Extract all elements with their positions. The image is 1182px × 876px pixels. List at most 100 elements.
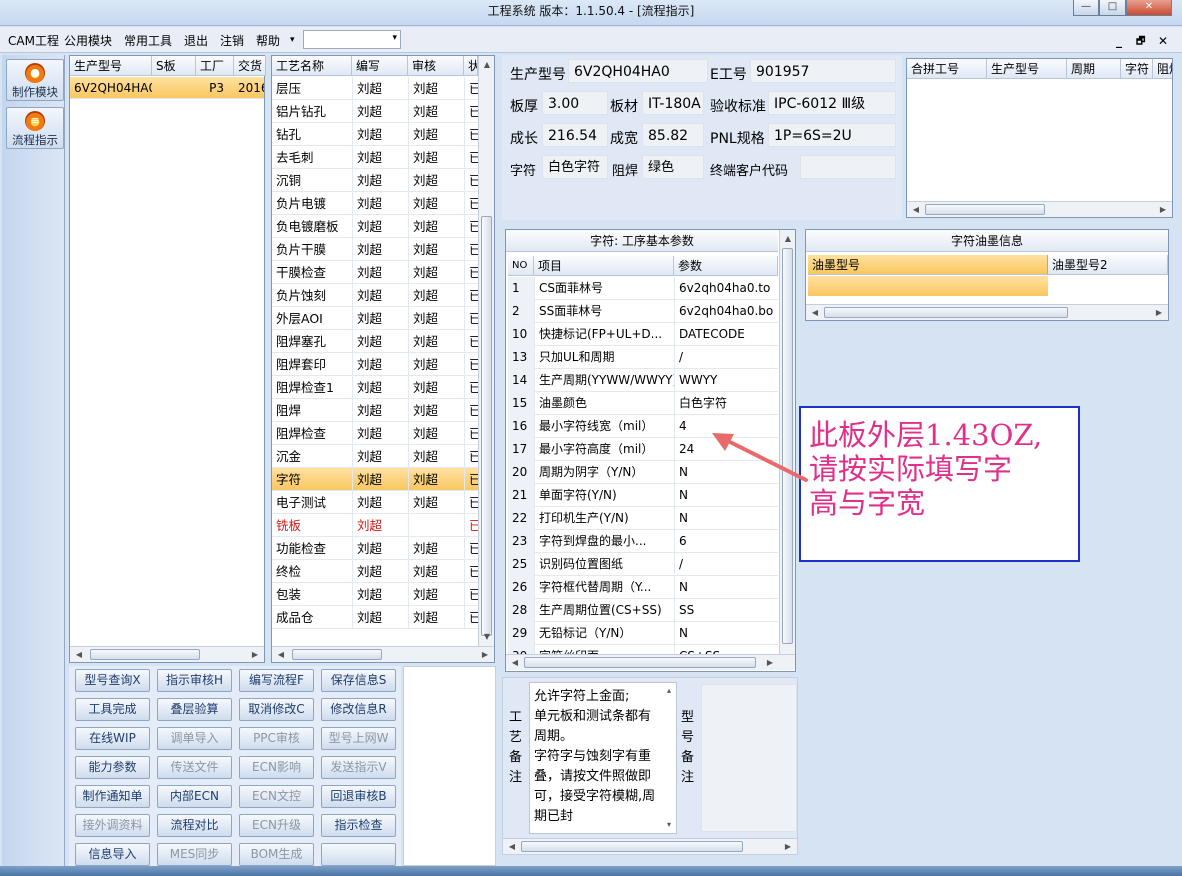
column-header[interactable]: 生产型号 (987, 59, 1067, 79)
action-button[interactable]: 型号上网W (321, 727, 396, 750)
table-row[interactable]: 22 打印机生产(Y/N) N (508, 507, 778, 530)
scroll-thumb[interactable] (925, 204, 1045, 215)
scroll-thumb[interactable] (824, 307, 1068, 318)
table-row[interactable]: 负片干膜刘超刘超已 (272, 238, 478, 261)
table-row[interactable]: 钻孔刘超刘超已 (272, 123, 478, 146)
nav-make-module[interactable]: ● 制作模块 (6, 59, 64, 101)
material-field[interactable]: IT-180A (642, 91, 704, 115)
process-remark-textarea[interactable]: 允许字符上金面; 单元板和测试条都有周期。 字符字与蚀刻字有重叠，请按文件照做即… (529, 682, 677, 834)
action-button[interactable]: 回退审核B (321, 785, 396, 808)
scroll-up-icon[interactable]: ▲ (780, 232, 795, 246)
column-header[interactable]: NO (508, 256, 534, 276)
model-field[interactable]: 6V2QH04HA0 (568, 59, 708, 83)
scroll-thumb[interactable] (481, 216, 492, 636)
scroll-down-icon[interactable]: ▼ (479, 630, 494, 644)
action-button[interactable] (321, 843, 396, 866)
table-row[interactable]: 沉金刘超刘超已 (272, 445, 478, 468)
action-button[interactable]: PPC审核 (239, 727, 314, 750)
table-row[interactable]: 铣板 刘超 已 (272, 514, 478, 537)
table-row[interactable]: 13 只加UL和周期 / (508, 346, 778, 369)
close-button[interactable]: ✕ (1126, 0, 1172, 16)
column-header[interactable]: 字符 (1121, 59, 1153, 79)
table-row[interactable]: 阻焊检查1刘超刘超已 (272, 376, 478, 399)
menu-exit[interactable]: 退出 (184, 32, 208, 49)
column-header[interactable]: 油墨型号2 (1048, 255, 1168, 275)
minimize-button[interactable]: — (1073, 0, 1099, 16)
table-row[interactable]: 铝片钻孔刘超刘超已 (272, 100, 478, 123)
mdi-close-button[interactable]: ✕ (1158, 34, 1168, 48)
table-row[interactable]: 15 油墨颜色 白色字符 (508, 392, 778, 415)
action-button[interactable]: 保存信息S (321, 669, 396, 692)
action-button[interactable]: 信息导入 (75, 843, 150, 866)
chevron-down-icon[interactable]: ▾ (290, 35, 295, 45)
table-row[interactable]: 干膜检查刘超刘超已 (272, 261, 478, 284)
table-row[interactable]: 包装刘超刘超已 (272, 583, 478, 606)
scroll-thumb[interactable] (524, 657, 756, 668)
scroll-thumb[interactable] (292, 649, 382, 660)
column-header[interactable]: 状 (464, 56, 478, 76)
action-button[interactable]: BOM生成 (239, 843, 314, 866)
action-button[interactable]: 取消修改C (239, 698, 314, 721)
model-remark-textarea[interactable] (701, 684, 797, 832)
table-row[interactable]: 26 字符框代替周期（Y... N (508, 576, 778, 599)
column-header[interactable]: 工艺名称 (272, 56, 352, 76)
scroll-left-icon[interactable]: ◀ (508, 656, 522, 670)
scroll-left-icon[interactable]: ◀ (72, 648, 86, 662)
table-row[interactable]: 功能检查刘超刘超已 (272, 537, 478, 560)
table-row[interactable]: 沉铜刘超刘超已 (272, 169, 478, 192)
column-header[interactable]: 交货 (234, 56, 266, 76)
action-button[interactable]: 传送文件 (157, 756, 232, 779)
ink-row[interactable] (808, 276, 1048, 296)
horizontal-scrollbar[interactable]: ◀ ▶ (70, 646, 264, 662)
width-field[interactable]: 85.82 (642, 123, 704, 147)
length-field[interactable]: 216.54 (542, 123, 608, 147)
column-header[interactable]: 工厂 (196, 56, 234, 76)
horizontal-scrollbar[interactable]: ◀ ▶ (272, 646, 494, 662)
table-row[interactable]: 14 生产周期(YYWW/WWYY) WWYY (508, 369, 778, 392)
table-row[interactable]: 负电镀磨板刘超刘超已 (272, 215, 478, 238)
action-button[interactable]: MES同步 (157, 843, 232, 866)
horizontal-scrollbar[interactable]: ◀ ▶ (503, 838, 797, 854)
scroll-right-icon[interactable]: ▶ (1152, 306, 1166, 320)
column-header[interactable]: 阻焊 (1153, 59, 1172, 79)
action-button[interactable]: 型号查询X (75, 669, 150, 692)
action-button[interactable]: ECN影响 (239, 756, 314, 779)
table-row[interactable]: 23 字符到焊盘的最小... 6 (508, 530, 778, 553)
action-button[interactable]: ECN升级 (239, 814, 314, 837)
horizontal-scrollbar[interactable]: ◀ ▶ (907, 201, 1172, 217)
standard-field[interactable]: IPC-6012 Ⅲ级 (768, 91, 896, 115)
table-row[interactable]: 10 快捷标记(FP+UL+D... DATECODE (508, 323, 778, 346)
table-row[interactable]: 字符刘超刘超已 (272, 468, 478, 491)
table-row[interactable]: 2 SS面菲林号 6v2qh04ha0.bo (508, 300, 778, 323)
action-button[interactable]: 流程对比 (157, 814, 232, 837)
customer-field[interactable] (800, 155, 896, 179)
table-row[interactable]: 阻焊塞孔刘超刘超已 (272, 330, 478, 353)
column-header[interactable]: 编写 (352, 56, 408, 76)
action-button[interactable]: 能力参数 (75, 756, 150, 779)
column-header[interactable]: 参数 (674, 256, 778, 276)
horizontal-scrollbar[interactable]: ◀ ▶ (806, 304, 1168, 320)
table-row[interactable]: 1 CS面菲林号 6v2qh04ha0.to (508, 277, 778, 300)
action-button[interactable]: 指示审核H (157, 669, 232, 692)
table-row[interactable]: 电子测试刘超刘超已 (272, 491, 478, 514)
table-row[interactable]: 阻焊刘超刘超已 (272, 399, 478, 422)
scroll-thumb[interactable] (521, 841, 743, 852)
table-row[interactable]: 层压刘超刘超已 (272, 77, 478, 100)
table-row[interactable]: 阻焊检查刘超刘超已 (272, 422, 478, 445)
action-button[interactable]: 修改信息R (321, 698, 396, 721)
action-button[interactable]: 指示检查 (321, 814, 396, 837)
table-row[interactable]: 成品仓刘超刘超已 (272, 606, 478, 629)
table-row[interactable]: 终检刘超刘超已 (272, 560, 478, 583)
menu-logout[interactable]: 注销 (220, 32, 244, 49)
vertical-scrollbar[interactable]: ▲ ▼ (478, 56, 494, 646)
scroll-left-icon[interactable]: ◀ (274, 648, 288, 662)
char-field[interactable]: 白色字符 (542, 155, 608, 179)
column-header[interactable]: 周期 (1067, 59, 1121, 79)
scroll-left-icon[interactable]: ◀ (808, 306, 822, 320)
column-header[interactable]: 审核 (408, 56, 464, 76)
scroll-right-icon[interactable]: ▶ (248, 648, 262, 662)
table-row[interactable]: 阻焊套印刘超刘超已 (272, 353, 478, 376)
action-button[interactable]: 内部ECN (157, 785, 232, 808)
action-button[interactable]: 工具完成 (75, 698, 150, 721)
action-button[interactable]: ECN文控 (239, 785, 314, 808)
